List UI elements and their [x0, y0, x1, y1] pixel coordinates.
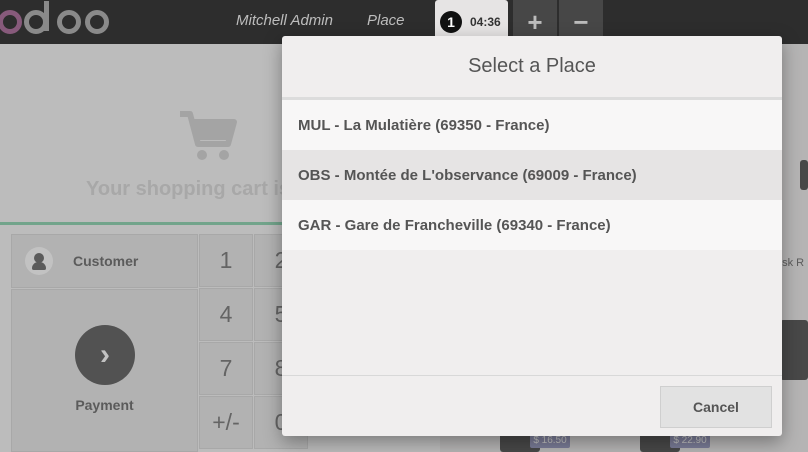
order-number-badge: 1	[440, 11, 462, 33]
place-selector[interactable]: Place	[367, 12, 405, 29]
select-place-dialog: Select a Place MUL - La Mulatière (69350…	[282, 36, 782, 436]
place-option-gar[interactable]: GAR - Gare de Francheville (69340 - Fran…	[282, 200, 782, 250]
dialog-title: Select a Place	[282, 36, 782, 100]
order-time: 04:36	[470, 15, 501, 29]
user-name[interactable]: Mitchell Admin	[236, 12, 333, 29]
dialog-footer: Cancel	[282, 375, 782, 436]
odoo-logo	[0, 1, 109, 40]
cancel-button[interactable]: Cancel	[660, 386, 772, 428]
place-option-mul[interactable]: MUL - La Mulatière (69350 - France)	[282, 100, 782, 150]
place-option-obs[interactable]: OBS - Montée de L'observance (69009 - Fr…	[282, 150, 782, 200]
